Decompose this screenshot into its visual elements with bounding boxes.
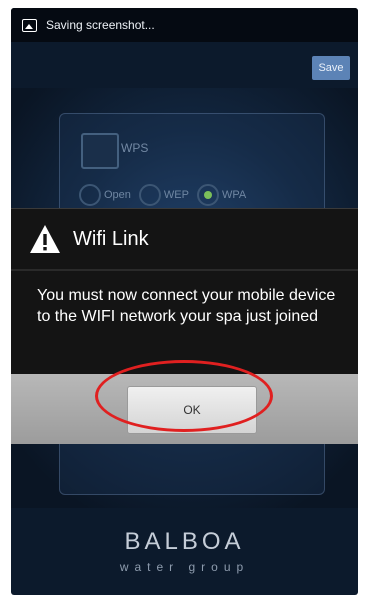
- status-text: Saving screenshot...: [46, 18, 155, 32]
- status-bar: Saving screenshot...: [11, 8, 358, 42]
- security-option-label: WPA: [221, 189, 247, 201]
- security-option-label: WEP: [163, 189, 189, 201]
- radio-wep[interactable]: [138, 184, 161, 206]
- save-button[interactable]: Save: [312, 56, 350, 80]
- security-option-open[interactable]: Open: [79, 184, 131, 206]
- security-option-label: Open: [104, 189, 131, 201]
- highlight-circle: [95, 360, 273, 432]
- security-option-wpa[interactable]: WPA: [196, 184, 247, 206]
- dialog-header: Wifi Link: [11, 209, 358, 271]
- phone-screen: Saving screenshot... Save WPS Open WEP W…: [11, 8, 358, 595]
- radio-wpa[interactable]: [196, 184, 219, 206]
- radio-selected-dot: [203, 191, 212, 199]
- dialog-title: Wifi Link: [73, 227, 149, 250]
- wps-label: WPS: [121, 141, 149, 155]
- logo-tagline: water group: [119, 560, 250, 574]
- radio-open[interactable]: [79, 184, 101, 206]
- security-options: Open WEP WPA: [79, 184, 246, 206]
- security-option-wep[interactable]: WEP: [138, 184, 189, 206]
- warning-icon: [30, 225, 60, 253]
- screenshot-icon: [22, 18, 37, 32]
- balboa-logo: BALBOA water group: [11, 528, 358, 574]
- wps-checkbox[interactable]: [81, 133, 119, 169]
- dialog-message: You must now connect your mobile device …: [37, 287, 336, 325]
- logo-name: BALBOA: [124, 528, 245, 555]
